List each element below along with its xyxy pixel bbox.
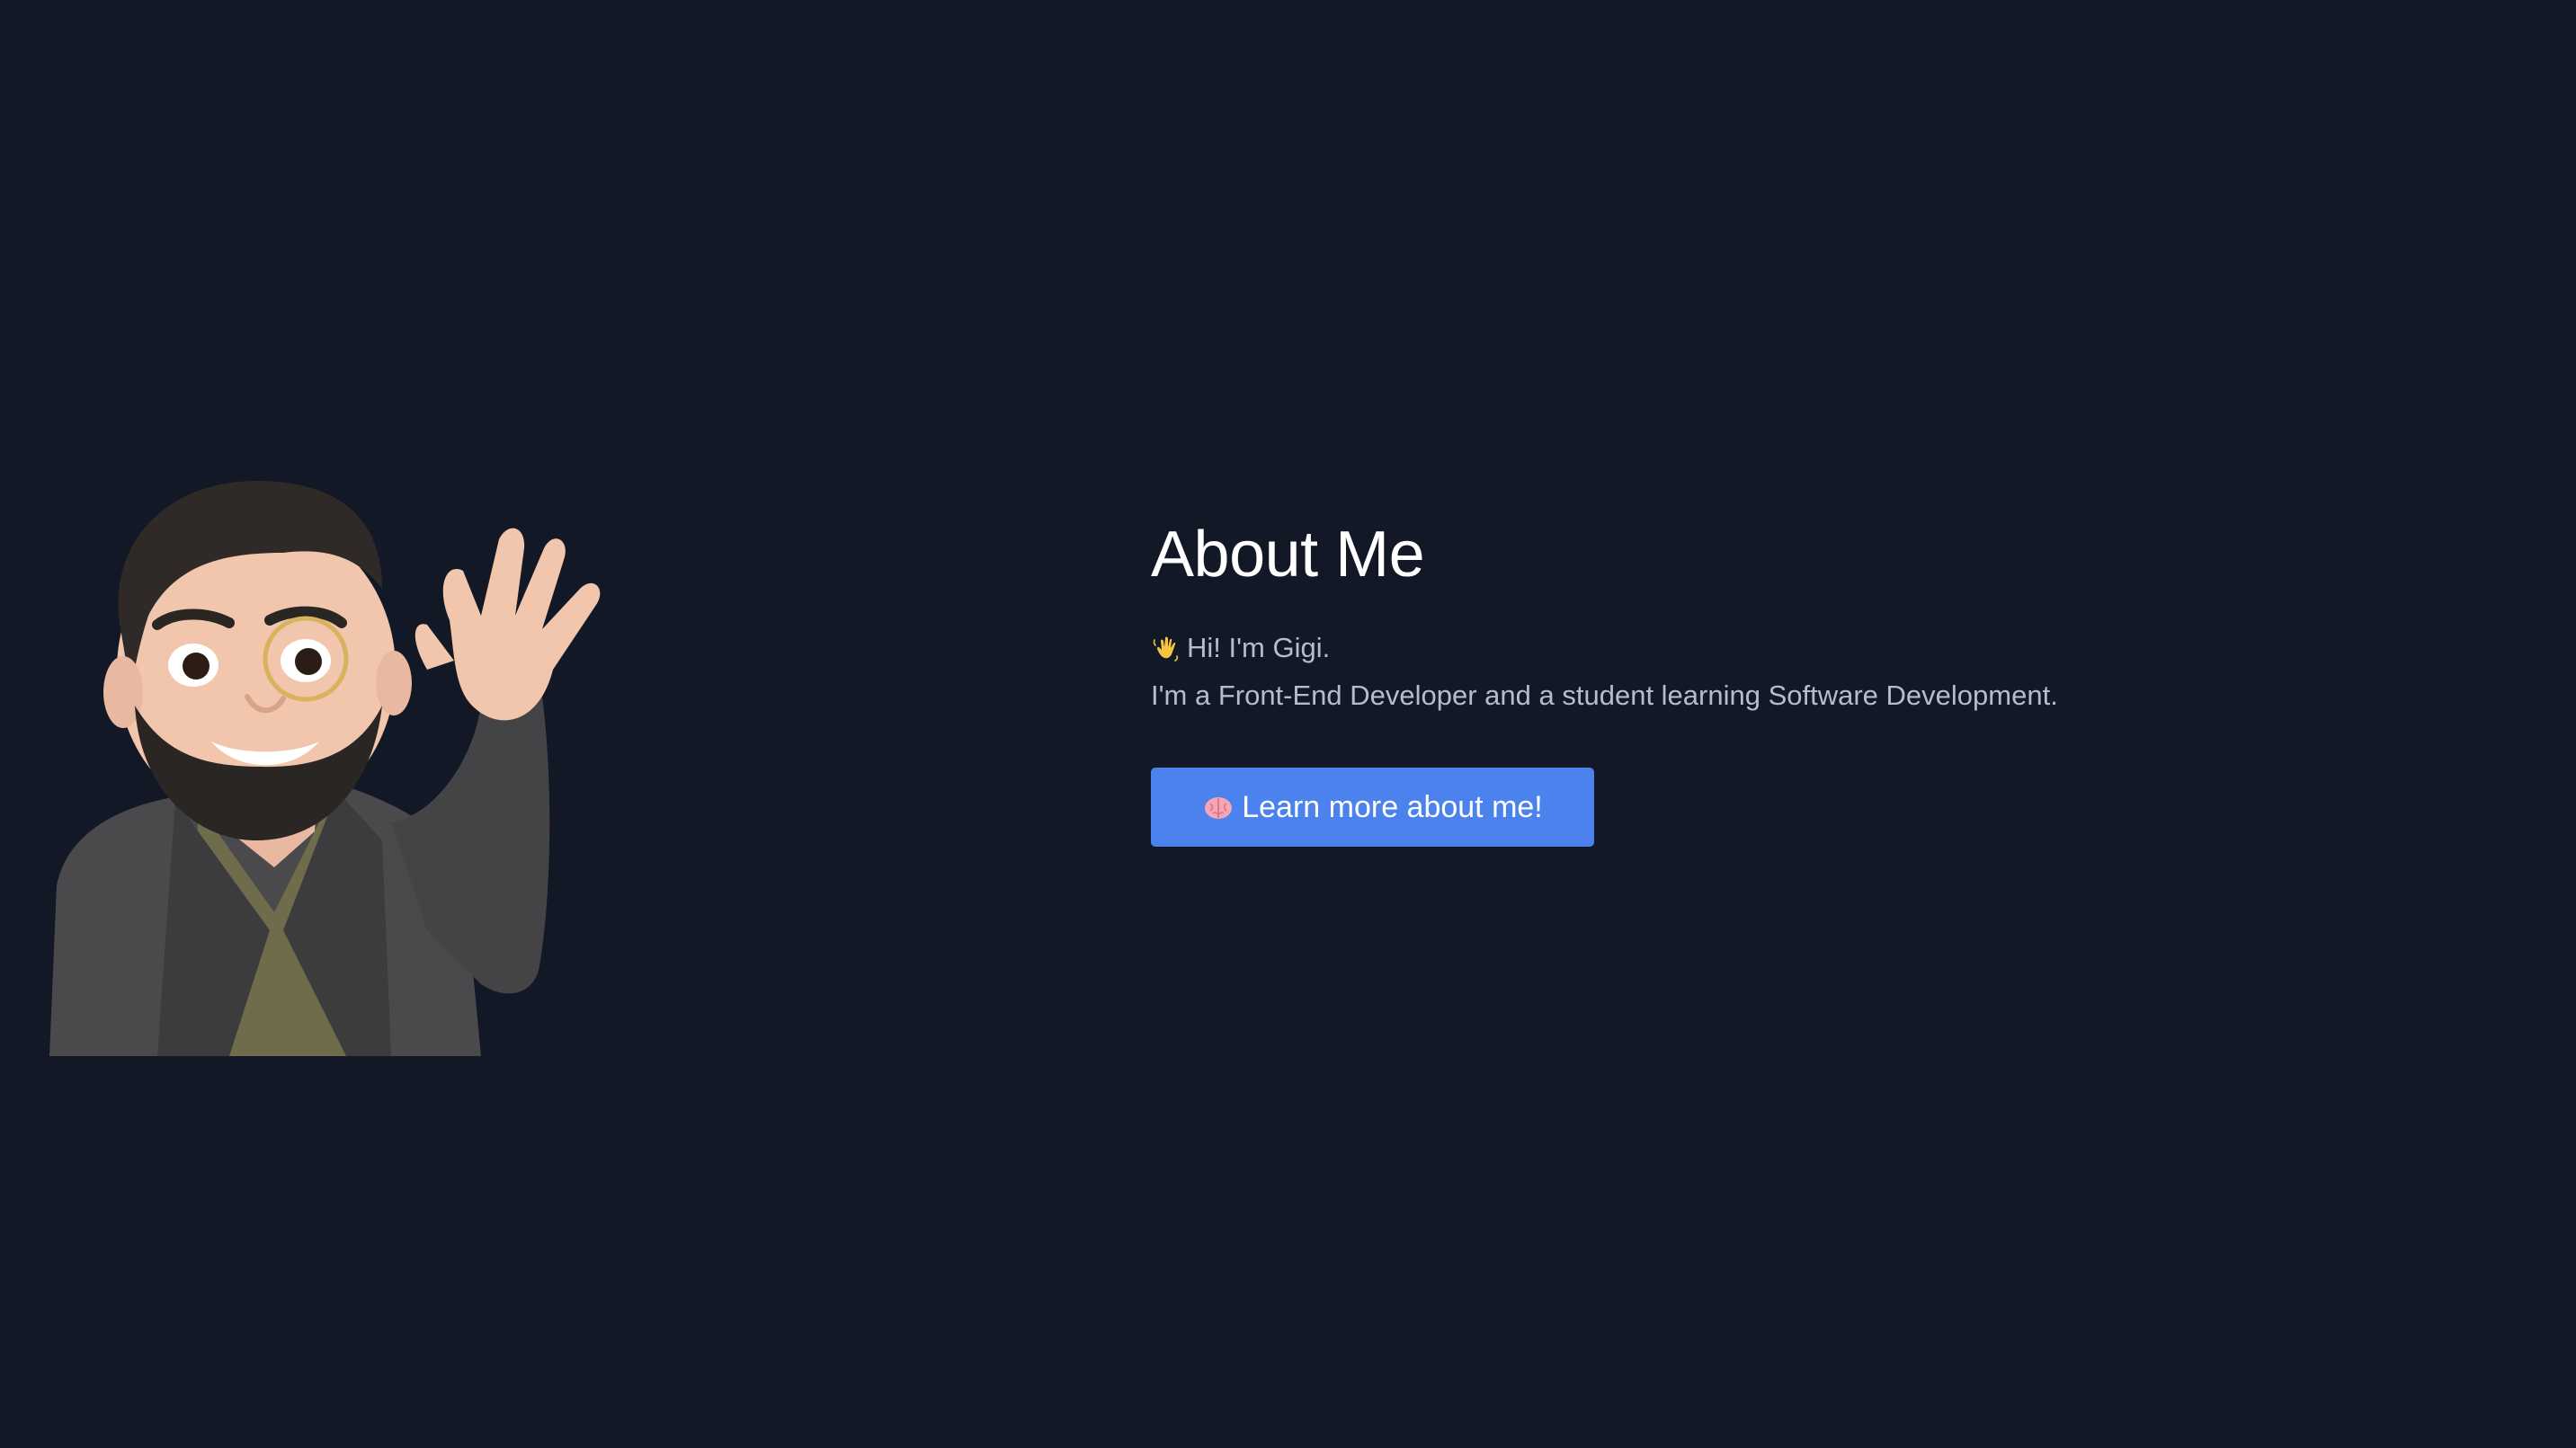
page-title: About Me <box>1151 519 1425 591</box>
brain-icon <box>1202 791 1235 823</box>
about-page: About Me Hi! I'm Gigi. I'm a Front-End D… <box>0 0 2576 1448</box>
about-content: About Me Hi! I'm Gigi. I'm a Front-End D… <box>1151 514 2320 847</box>
waving-hand-icon <box>1151 633 1181 663</box>
greeting-line: Hi! I'm Gigi. <box>1151 624 2320 671</box>
learn-more-label: Learn more about me! <box>1242 789 1543 824</box>
intro-text: Hi! I'm Gigi. I'm a Front-End Developer … <box>1151 624 2320 719</box>
greeting-text: Hi! I'm Gigi. <box>1187 632 1331 663</box>
memoji-avatar-illustration <box>49 463 616 1056</box>
description-line: I'm a Front-End Developer and a student … <box>1151 671 2320 719</box>
description-text: I'm a Front-End Developer and a student … <box>1151 680 2058 711</box>
learn-more-button[interactable]: Learn more about me! <box>1151 768 1594 847</box>
